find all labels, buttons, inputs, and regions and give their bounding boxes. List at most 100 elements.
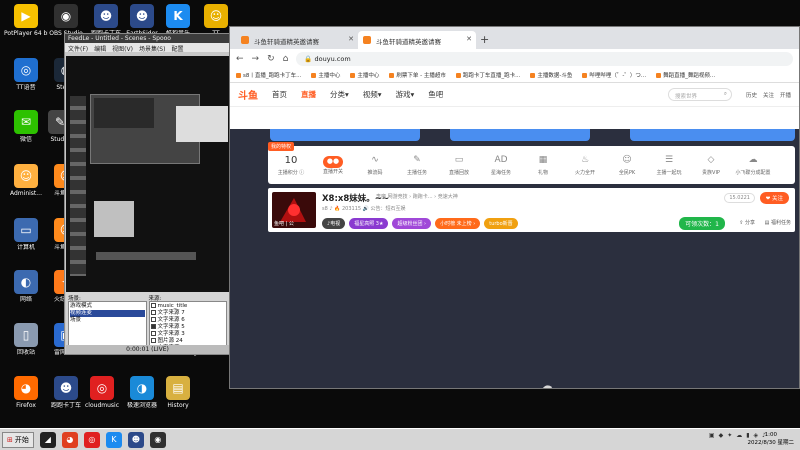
desktop-icon[interactable]: ▤ History [156,376,200,409]
site-nav-item[interactable]: 分类▾ [330,89,349,100]
menu-edit[interactable]: 编辑 [94,44,106,52]
source-item[interactable]: 文字来源 5 [150,324,226,331]
start-button[interactable]: ⊞ 开始 [2,431,34,448]
site-search[interactable]: 搜索世界 ⌕ [667,88,732,101]
site-nav-item[interactable]: 直播 [301,89,316,100]
menu-profile[interactable]: 配置 [171,44,183,52]
site-nav-item[interactable]: 首页 [272,89,287,100]
menu-view[interactable]: 视图(V) [112,44,133,52]
feature-item[interactable]: 10 主播积分 ⓘ [274,155,308,176]
banner-card[interactable] [450,129,590,141]
banner-card[interactable] [270,129,420,141]
forward-icon[interactable]: → [252,54,260,64]
room-badge[interactable]: 福星高照 3★ [349,218,389,229]
feature-item[interactable]: ☺ 全民PK [610,155,644,176]
clock[interactable]: 1:00 2022/8/30 星期二 [748,431,794,447]
bookmark-item[interactable]: 哔哩哔哩（゜-゜）つ... [582,71,646,80]
search-icon[interactable]: ⌕ [724,91,727,98]
feature-item[interactable]: ▭ 直播回放 [442,155,476,176]
scene-item[interactable]: 游戏模式 [70,303,145,310]
feature-item[interactable]: ✎ 主播任务 [400,155,434,176]
menu-scene-collection[interactable]: 场景集(S) [139,44,166,52]
feature-item[interactable]: AD 星海任务 [484,155,518,176]
claim-button[interactable]: 可领次数：1 [679,217,725,230]
checkbox[interactable] [150,310,156,315]
bookmark-item[interactable]: s8丨直播_跑跑卡丁车... [236,71,301,80]
site-nav-item[interactable]: 视频▾ [363,89,382,100]
feature-item[interactable]: ●● 直播开关 [316,155,350,175]
feature-item[interactable]: ☁ 小飞碟分成配置 [736,155,771,176]
bookmark-item[interactable]: 舞蹈直播_舞蹈视频... [656,71,715,80]
obs-title-bar[interactable]: FeedLe - Untitled - Scenes - Spooo [65,34,229,43]
desktop-icon[interactable]: ◐ 网络 [4,270,48,303]
taskbar-app-icon[interactable]: K [105,431,122,448]
tray-icon[interactable]: ◆ [719,432,724,439]
source-item[interactable]: 图片源 24 [150,338,226,345]
taskbar-app-icon[interactable]: ◢ [39,431,56,448]
desktop-icon[interactable]: ◕ Firefox [4,376,48,409]
bookmark-item[interactable]: 跑跑卡丁车直播_跑卡... [456,71,521,80]
task-button[interactable]: ▤ 福利任务 [765,219,791,226]
scene-item-selected[interactable]: 视频连麦 [70,310,145,317]
source-item[interactable]: 文字来源 3 [150,331,226,338]
checkbox[interactable] [150,338,156,343]
banner-card[interactable] [630,129,795,141]
taskbar-app-icon[interactable]: ☻ [127,431,144,448]
room-category[interactable]: 李魔 网游竞技 › 跑跑卡... › 竞速大神 [376,193,458,200]
obs-window[interactable]: FeedLe - Untitled - Scenes - Spooo 文件(F)… [64,33,230,355]
checkbox[interactable] [150,331,156,336]
source-item[interactable]: 文字来源 6 [150,317,226,324]
checkbox[interactable] [150,324,156,329]
site-nav-item[interactable]: 游戏▾ [396,89,415,100]
feature-item[interactable]: ∿ 推流码 [358,155,392,176]
history-link[interactable]: 历史 [746,91,757,99]
browser-window[interactable]: 斗鱼轩骑道精英邀请赛 ✕ 斗鱼轩骑道精英邀请赛 ✕ + ← → ↻ ⌂ 🔒 douy… [229,26,800,389]
desktop-icon[interactable]: ☺ Administ... [4,164,48,197]
close-icon[interactable]: ✕ [348,35,354,43]
new-tab-icon[interactable]: + [480,33,489,46]
follow-button[interactable]: ❤ 关注 [759,192,789,204]
feature-item[interactable]: ▦ 礼物 [526,155,560,176]
taskbar-app-icon[interactable]: ◎ [83,431,100,448]
home-icon[interactable]: ⌂ [283,54,289,64]
room-badge[interactable]: 小时榜 未上榜 › [435,218,481,229]
room-badge[interactable]: 超级粉丝团 › [392,218,432,229]
desktop-icon[interactable]: ▭ 计算机 [4,218,48,251]
douyu-logo[interactable]: 斗鱼 [238,87,258,102]
feature-item[interactable]: ♨ 火力全开 [568,155,602,176]
checkbox[interactable] [150,317,156,322]
desktop-icon[interactable]: ▶ PotPlayer 64 bit [4,4,48,37]
source-item[interactable]: 文字来源 7 [150,310,226,317]
tab-douyu-2[interactable]: 斗鱼轩骑道精英邀请赛 ✕ [358,31,476,49]
scene-item[interactable]: 场景 [70,317,145,324]
source-item[interactable]: music_title [150,303,226,310]
broadcast-link[interactable]: 开播 [780,91,791,99]
desktop-icon[interactable]: ▯ 回收站 [4,323,48,356]
taskbar-app-icon[interactable]: ◕ [61,431,78,448]
back-icon[interactable]: ← [236,54,244,64]
bookmark-item[interactable]: 主播数据-斗鱼 [530,71,572,80]
tray-icon[interactable]: ▣ [709,432,715,439]
tab-douyu-1[interactable]: 斗鱼轩骑道精英邀请赛 ✕ [236,31,358,49]
avatar[interactable]: 鱼吧 | 公 [272,192,316,228]
tray-icon[interactable]: ☁ [736,432,742,439]
share-button[interactable]: ⇪ 分享 [739,219,755,226]
checkbox[interactable] [150,303,156,308]
site-nav-item[interactable]: 鱼吧 [428,89,443,100]
desktop-icon[interactable]: ◎ TT语音 [4,58,48,91]
url-field[interactable]: 🔒 douyu.com [296,52,793,66]
room-badge[interactable]: ♪电视 [322,218,346,229]
bookmark-item[interactable]: 主播中心 [350,71,379,80]
reload-icon[interactable]: ↻ [267,54,275,64]
bookmark-item[interactable]: 主播中心 [311,71,340,80]
feature-item[interactable]: ◇ 贵族VIP [694,155,728,176]
close-icon[interactable]: ✕ [466,35,472,43]
feature-item[interactable]: ☰ 主播一起玩 [652,155,686,176]
taskbar-app-icon[interactable]: ◉ [149,431,166,448]
tray-icon[interactable]: ✦ [727,432,732,439]
follow-link[interactable]: 关注 [763,91,774,99]
menu-file[interactable]: 文件(F) [68,44,88,52]
desktop-icon[interactable]: ◎ cloudmusic [80,376,124,409]
bookmark-item[interactable]: 刷票下单 - 主播超市 [389,71,445,80]
room-badge[interactable]: turbo新晋 [484,218,518,229]
